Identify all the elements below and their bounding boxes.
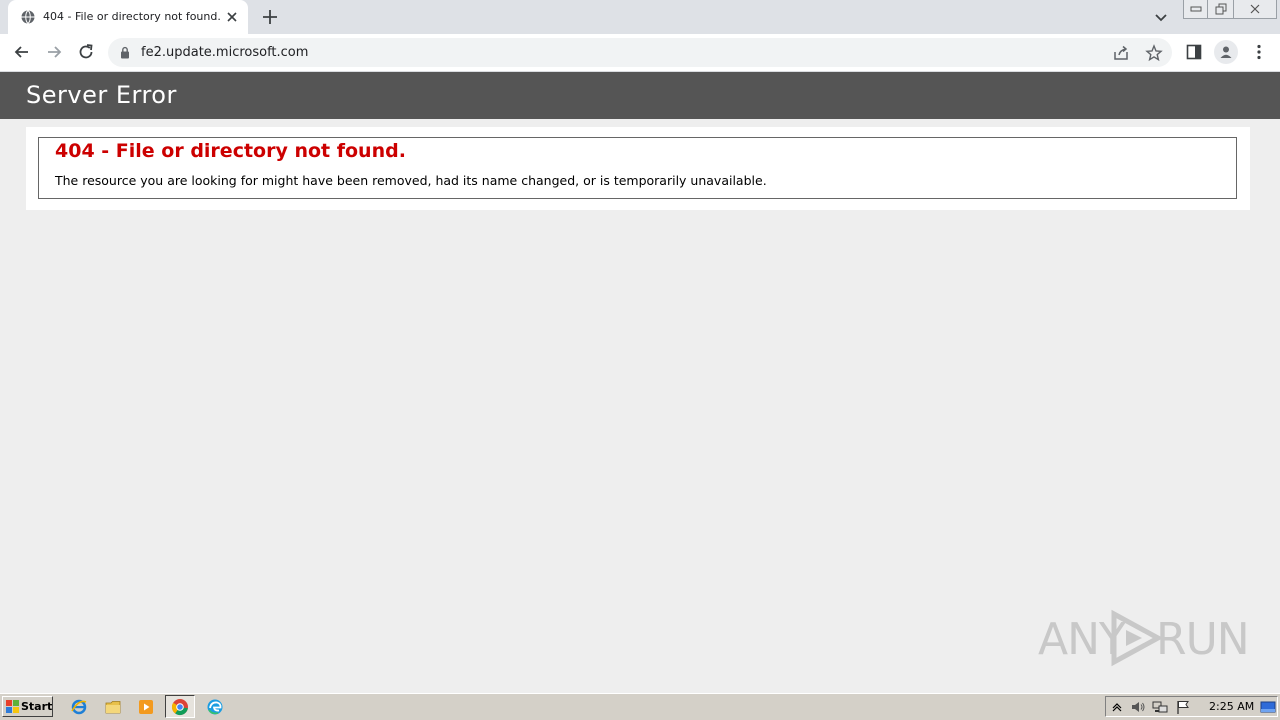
close-icon (1250, 4, 1260, 14)
anyrun-watermark: ANY RUN (1038, 606, 1250, 670)
close-icon[interactable] (224, 9, 240, 25)
clock[interactable]: 2:25 AM (1209, 700, 1254, 713)
internet-explorer-icon[interactable] (70, 698, 88, 716)
tab-title: 404 - File or directory not found. (43, 10, 221, 23)
start-label: Start (21, 700, 53, 713)
minimize-icon (1190, 6, 1201, 12)
taskbar: Start 2:25 AM (0, 693, 1280, 720)
browser-toolbar: fe2.update.microsoft.com (0, 34, 1280, 72)
active-task-chrome[interactable] (165, 695, 195, 718)
content-panel: 404 - File or directory not found. The r… (26, 127, 1250, 210)
minimize-button[interactable] (1183, 0, 1208, 19)
star-icon[interactable] (1145, 44, 1163, 62)
arrow-right-icon[interactable] (44, 42, 64, 62)
kebab-menu-icon[interactable] (1249, 42, 1269, 62)
page-title: Server Error (26, 81, 177, 109)
arrow-left-icon[interactable] (12, 42, 32, 62)
restore-button[interactable] (1207, 0, 1234, 19)
url-text[interactable]: fe2.update.microsoft.com (141, 45, 308, 60)
chevron-down-icon[interactable] (1152, 8, 1170, 26)
edge-icon[interactable] (206, 698, 224, 716)
start-button[interactable]: Start (2, 696, 53, 717)
error-description: The resource you are looking for might h… (55, 173, 767, 188)
profile-button[interactable] (1214, 40, 1238, 64)
error-box: 404 - File or directory not found. The r… (38, 137, 1237, 199)
show-desktop-icon[interactable] (1260, 699, 1276, 715)
watermark-right-text: RUN (1156, 614, 1250, 665)
volume-icon[interactable] (1130, 699, 1146, 715)
tray-expand-icon[interactable] (1109, 699, 1125, 715)
share-icon[interactable] (1112, 44, 1130, 62)
chrome-icon (171, 699, 188, 716)
tab-strip: 404 - File or directory not found. (0, 0, 1280, 34)
lock-icon[interactable] (120, 46, 130, 59)
network-icon[interactable] (1152, 699, 1168, 715)
profile-icon (1220, 46, 1232, 58)
close-window-button[interactable] (1233, 0, 1277, 19)
media-player-icon[interactable] (137, 698, 155, 716)
side-panel-icon[interactable] (1184, 42, 1204, 62)
error-title: 404 - File or directory not found. (55, 140, 406, 162)
browser-tab[interactable]: 404 - File or directory not found. (8, 0, 248, 34)
address-bar[interactable]: fe2.update.microsoft.com (108, 38, 1172, 67)
globe-icon (21, 10, 35, 24)
plus-icon[interactable] (260, 7, 280, 27)
action-center-flag-icon[interactable] (1175, 699, 1191, 715)
file-explorer-icon[interactable] (104, 698, 122, 716)
restore-icon (1215, 3, 1226, 15)
windows-logo-icon (6, 700, 19, 713)
reload-icon[interactable] (76, 42, 96, 62)
system-tray: 2:25 AM (1105, 696, 1278, 717)
server-error-header: Server Error (0, 72, 1280, 119)
